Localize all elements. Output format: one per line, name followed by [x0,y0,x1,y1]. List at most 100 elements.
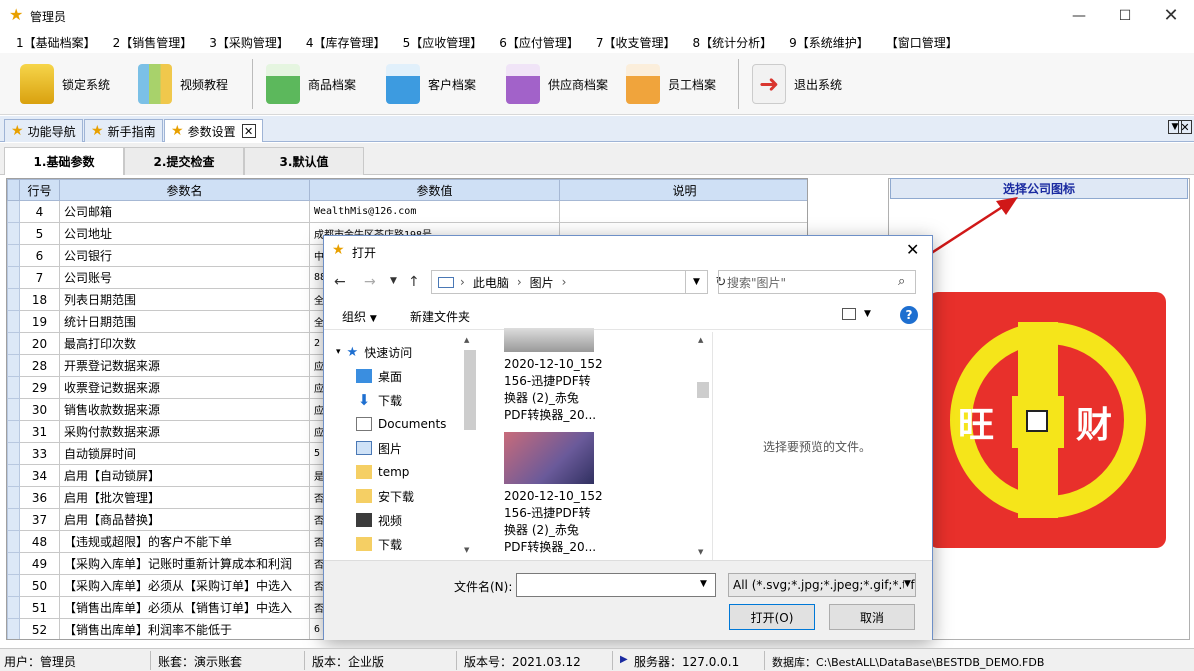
row-number-cell[interactable]: 4 [20,201,60,223]
row-number-cell[interactable]: 48 [20,531,60,553]
param-value-cell[interactable]: WealthMis@126.com [310,201,560,223]
minimize-button[interactable]: — [1056,0,1102,31]
column-header-desc[interactable]: 说明 [560,180,809,201]
param-name-cell[interactable]: 【采购入库单】记账时重新计算成本和利润 [60,553,310,575]
column-header-name[interactable]: 参数名 [60,180,310,201]
file-type-select[interactable]: All (*.svg;*.jpg;*.jpeg;*.gif;*.tif [728,573,916,597]
nav-pictures[interactable]: 图片 [356,436,402,460]
row-number-cell[interactable]: 30 [20,399,60,421]
path-pictures[interactable]: 图片 [530,274,554,291]
cancel-button[interactable]: 取消 [829,604,915,630]
filename-input[interactable] [516,573,716,597]
row-number-cell[interactable]: 52 [20,619,60,641]
recent-chevron-icon[interactable]: ▼ [390,276,397,286]
filename-dropdown-icon[interactable]: ▼ [700,579,707,589]
param-name-cell[interactable]: 公司邮箱 [60,201,310,223]
column-header-row-no[interactable]: 行号 [20,180,60,201]
menu-purchase[interactable]: 3【采购管理】 [209,34,289,51]
row-number-cell[interactable]: 28 [20,355,60,377]
file-thumbnail[interactable] [504,432,594,484]
view-options-chevron-icon[interactable]: ▼ [864,309,871,319]
param-name-cell[interactable]: 公司地址 [60,223,310,245]
video-tutorial-button[interactable]: 视频教程 [138,59,228,109]
forward-arrow-icon[interactable]: → [364,274,376,290]
row-number-cell[interactable]: 31 [20,421,60,443]
param-desc-cell[interactable] [560,201,809,223]
nav-scroll-down-icon[interactable]: ▼ [464,546,469,554]
row-number-cell[interactable]: 34 [20,465,60,487]
view-icon[interactable] [842,308,856,320]
row-number-cell[interactable]: 29 [20,377,60,399]
row-number-cell[interactable]: 20 [20,333,60,355]
search-input[interactable]: 搜索"图片" [718,270,916,294]
file-name[interactable]: 2020-12-10_152 156-迅捷PDF转 换器 (2)_赤兔 PDF转… [504,356,604,424]
customer-files-button[interactable]: 客户档案 [386,59,476,109]
table-row[interactable]: 4公司邮箱WealthMis@126.com [8,201,809,223]
param-name-cell[interactable]: 统计日期范围 [60,311,310,333]
row-number-cell[interactable]: 37 [20,509,60,531]
param-name-cell[interactable]: 自动锁屏时间 [60,443,310,465]
row-number-cell[interactable]: 6 [20,245,60,267]
subtab-defaults[interactable]: 3.默认值 [244,147,364,175]
menu-payable[interactable]: 6【应付管理】 [499,34,579,51]
dialog-close-icon[interactable]: ✕ [906,240,919,259]
param-name-cell[interactable]: 公司银行 [60,245,310,267]
nav-scroll-up-icon[interactable]: ▲ [464,336,469,344]
exit-system-button[interactable]: ➜ 退出系统 [752,59,842,109]
param-name-cell[interactable]: 启用【批次管理】 [60,487,310,509]
close-all-tabs-icon[interactable]: ✕ [1178,120,1192,134]
row-number-cell[interactable]: 49 [20,553,60,575]
menu-statistics[interactable]: 8【统计分析】 [692,34,772,51]
tab-parameter-settings[interactable]: ★参数设置 ✕ [164,119,263,142]
menu-sales[interactable]: 2【销售管理】 [113,34,193,51]
row-number-cell[interactable]: 7 [20,267,60,289]
menu-inventory[interactable]: 4【库存管理】 [306,34,386,51]
files-scroll-up-icon[interactable]: ▲ [698,336,703,344]
tab-function-nav[interactable]: ★功能导航 [4,119,83,142]
files-scroll-down-icon[interactable]: ▼ [698,548,703,556]
supplier-files-button[interactable]: 供应商档案 [506,59,608,109]
close-tab-icon[interactable]: ✕ [242,124,256,138]
nav-documents[interactable]: Documents [356,412,446,436]
param-name-cell[interactable]: 最高打印次数 [60,333,310,355]
nav-downloads-folder[interactable]: 下载 [356,532,402,556]
close-button[interactable]: ✕ [1148,0,1194,31]
lock-system-button[interactable]: 锁定系统 [20,59,110,109]
nav-temp[interactable]: temp [356,460,409,484]
param-name-cell[interactable]: 销售收款数据来源 [60,399,310,421]
file-name[interactable]: 2020-12-10_152 156-迅捷PDF转 换器 (2)_赤兔 PDF转… [504,488,604,556]
nav-anxiazai[interactable]: 安下载 [356,484,414,508]
row-number-cell[interactable]: 36 [20,487,60,509]
nav-videos[interactable]: 视频 [356,508,402,532]
param-name-cell[interactable]: 采购付款数据来源 [60,421,310,443]
column-header-value[interactable]: 参数值 [310,180,560,201]
row-number-cell[interactable]: 18 [20,289,60,311]
nav-downloads[interactable]: ⬇下载 [356,388,402,412]
nav-scrollbar-thumb[interactable] [464,350,476,430]
param-name-cell[interactable]: 【违规或超限】的客户不能下单 [60,531,310,553]
organize-menu[interactable]: 组织 ▼ [342,308,377,325]
file-thumbnail[interactable] [504,328,594,352]
up-arrow-icon[interactable]: ↑ [408,274,420,290]
goods-files-button[interactable]: 商品档案 [266,59,356,109]
subtab-submit-check[interactable]: 2.提交检查 [124,147,244,175]
menu-cashflow[interactable]: 7【收支管理】 [596,34,676,51]
help-icon[interactable]: ? [900,306,918,324]
open-button[interactable]: 打开(O) [729,604,815,630]
param-name-cell[interactable]: 【销售出库单】必须从【销售订单】中选入 [60,597,310,619]
path-this-pc[interactable]: 此电脑 [473,274,509,291]
param-name-cell[interactable]: 收票登记数据来源 [60,377,310,399]
menu-system[interactable]: 9【系统维护】 [789,34,869,51]
address-bar[interactable]: › 此电脑 › 图片 › [431,270,686,294]
row-number-cell[interactable]: 51 [20,597,60,619]
param-name-cell[interactable]: 启用【商品替换】 [60,509,310,531]
tab-beginner-guide[interactable]: ★新手指南 [84,119,163,142]
param-name-cell[interactable]: 【销售出库单】利润率不能低于 [60,619,310,641]
nav-desktop[interactable]: 桌面 [356,364,402,388]
address-dropdown-icon[interactable]: ▼ [686,270,708,294]
menu-window[interactable]: 【窗口管理】 [886,34,958,51]
subtab-basic-params[interactable]: 1.基础参数 [4,147,124,175]
new-folder-button[interactable]: 新建文件夹 [410,308,470,325]
param-name-cell[interactable]: 公司账号 [60,267,310,289]
param-name-cell[interactable]: 开票登记数据来源 [60,355,310,377]
